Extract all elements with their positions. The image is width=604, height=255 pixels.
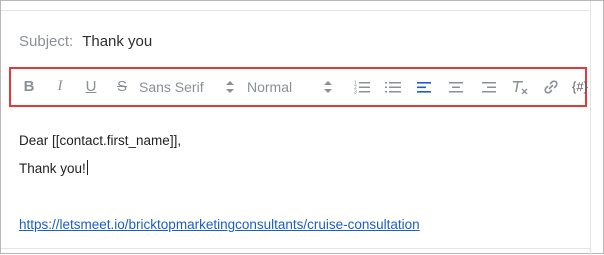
bottom-divider	[1, 248, 590, 249]
underline-button[interactable]: U	[79, 69, 103, 104]
scroll-gutter-divider	[590, 1, 591, 255]
subject-row[interactable]: Subject: Thank you	[19, 31, 152, 51]
merge-tag-button[interactable]: {#}	[569, 69, 591, 104]
ordered-list-icon: 1 2 3	[354, 80, 370, 94]
meeting-link[interactable]: https://letsmeet.io/bricktopmarketingcon…	[19, 217, 420, 232]
editor-line-greeting[interactable]: Dear [[contact.first_name]],	[19, 133, 181, 148]
clear-format-icon	[513, 80, 528, 94]
font-size-select[interactable]: Normal	[247, 69, 327, 104]
svg-text:3: 3	[354, 89, 357, 94]
bullet-list-icon	[385, 81, 401, 92]
insert-link-button[interactable]	[540, 69, 562, 104]
ordered-list-button[interactable]: 1 2 3	[351, 69, 373, 104]
bold-icon: B	[23, 78, 35, 95]
editor-line-thanks[interactable]: Thank you!	[19, 160, 88, 176]
align-left-icon	[417, 81, 431, 93]
align-right-icon	[482, 81, 496, 92]
font-size-value: Normal	[247, 78, 293, 95]
bold-button[interactable]: B	[17, 69, 41, 104]
italic-button[interactable]: I	[48, 69, 72, 104]
link-icon	[544, 79, 558, 94]
font-select-arrows-icon	[225, 69, 235, 104]
align-right-button[interactable]	[477, 69, 499, 104]
editor-line-thanks-text: Thank you!	[19, 161, 86, 176]
text-caret	[86, 160, 88, 175]
formatting-toolbar: B I U S Sans Serif Normal 1 2 3 {#}	[9, 67, 588, 107]
italic-icon: I	[57, 78, 63, 94]
subject-label: Subject:	[19, 32, 74, 50]
bullet-list-button[interactable]	[382, 69, 404, 104]
subject-input[interactable]: Thank you	[82, 33, 152, 50]
font-family-select[interactable]: Sans Serif	[139, 69, 239, 104]
align-left-button[interactable]	[414, 69, 436, 104]
underline-icon: U	[85, 78, 97, 95]
size-select-arrows-icon	[323, 69, 333, 104]
strikethrough-button[interactable]: S	[110, 69, 134, 104]
merge-tag-icon: {#}	[572, 79, 588, 94]
top-divider	[1, 10, 590, 11]
strikethrough-icon: S	[116, 78, 127, 95]
clear-format-button[interactable]	[509, 69, 531, 104]
font-family-value: Sans Serif	[139, 78, 204, 95]
align-center-button[interactable]	[445, 69, 467, 104]
email-editor-panel: Subject: Thank you B I U S Sans Serif No…	[0, 0, 604, 255]
align-center-icon	[449, 81, 463, 92]
